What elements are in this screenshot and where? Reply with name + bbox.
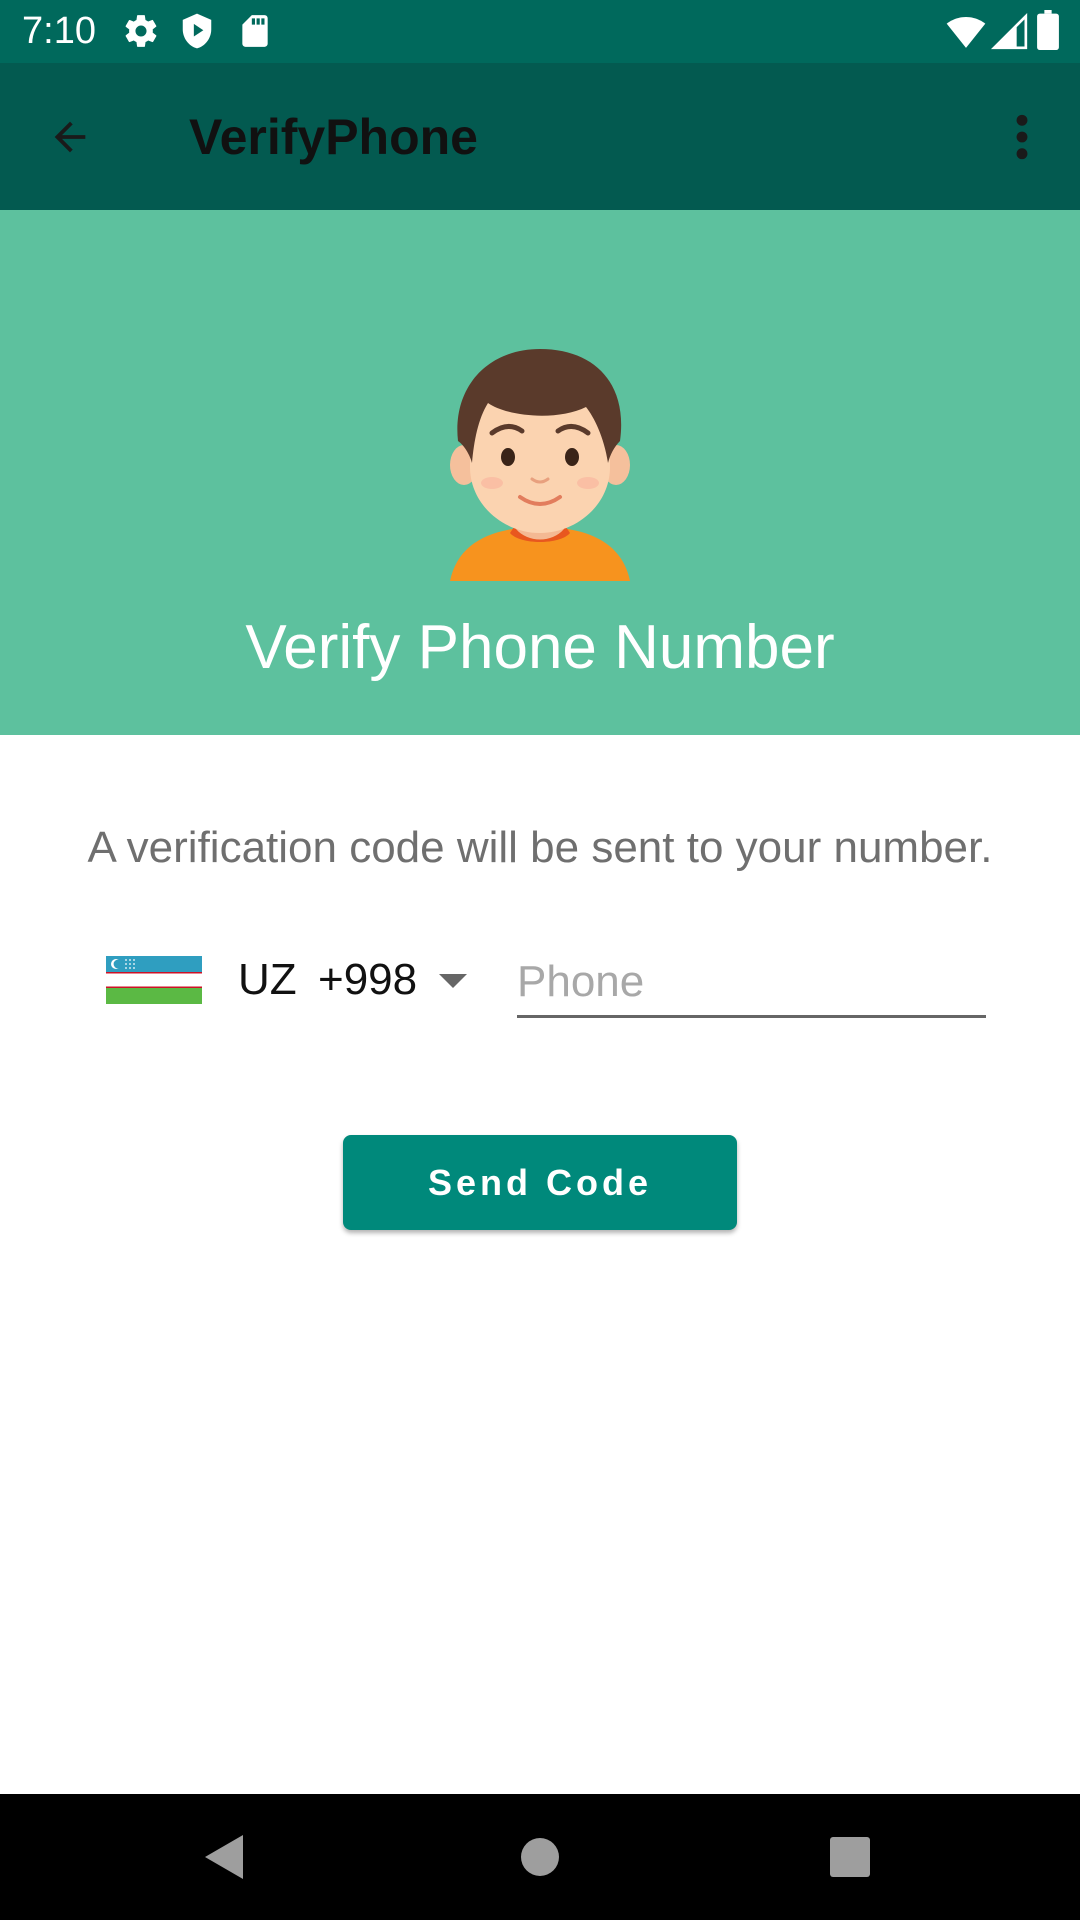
info-text: A verification code will be sent to your…	[87, 823, 993, 872]
dropdown-arrow-icon	[439, 974, 467, 988]
app-bar: VerifyPhone	[0, 63, 1080, 210]
wifi-icon	[946, 17, 986, 48]
country-code: UZ	[238, 955, 297, 1004]
user-avatar-icon	[450, 349, 630, 581]
arrow-back-icon	[54, 121, 86, 153]
more-vert-icon	[1016, 114, 1028, 160]
send-code-button[interactable]: Send Code	[343, 1135, 737, 1230]
back-button[interactable]	[36, 103, 104, 171]
system-nav-bar	[0, 1794, 1080, 1920]
recents-square-icon[interactable]	[820, 1827, 880, 1887]
overflow-menu-button[interactable]	[1000, 103, 1044, 171]
status-bar: 7:10	[0, 0, 1080, 63]
battery-icon	[1037, 10, 1059, 50]
page-title: VerifyPhone	[189, 109, 478, 165]
status-time: 7:10	[22, 10, 96, 52]
hero-title: Verify Phone Number	[245, 613, 835, 682]
sd-card-icon	[242, 15, 268, 47]
phone-input[interactable]	[517, 948, 986, 1018]
country-picker[interactable]: UZ +998	[100, 940, 480, 1020]
dial-code: +998	[318, 955, 418, 1004]
home-circle-icon[interactable]	[510, 1827, 570, 1887]
hero-banner: Verify Phone Number	[0, 210, 1080, 735]
settings-icon	[125, 15, 157, 47]
uzbekistan-flag-icon	[106, 956, 202, 1004]
back-triangle-icon[interactable]	[195, 1827, 255, 1887]
cellular-signal-icon	[990, 12, 1028, 50]
shield-play-icon	[182, 13, 212, 49]
